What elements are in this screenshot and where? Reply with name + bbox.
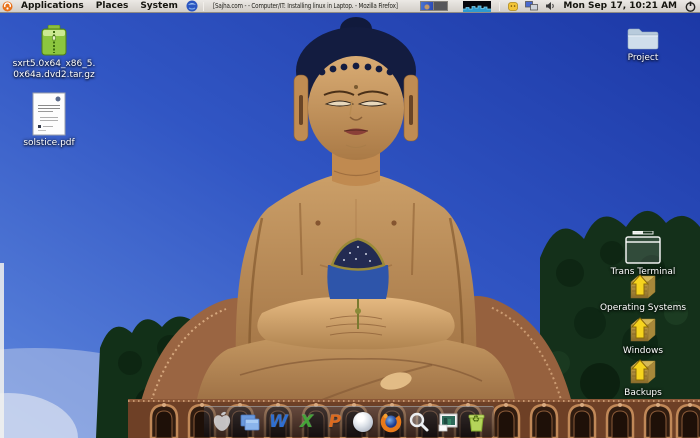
drive-icon [625, 359, 661, 386]
desktop-icon-backups[interactable]: Backups [598, 359, 688, 399]
screenshot-pictures-icon[interactable] [435, 409, 461, 435]
word-letter: W [269, 414, 288, 431]
powerpoint-letter: P [329, 414, 341, 431]
window-list-button-firefox[interactable]: [Sajha.com - - Computer/IT: Installing l… [210, 2, 421, 11]
menu-system[interactable]: System [134, 0, 184, 12]
recycle-glyph: ♻ [463, 415, 489, 425]
menu-places[interactable]: Places [90, 0, 135, 12]
volume-icon[interactable] [545, 1, 555, 11]
search-magnifier-icon[interactable] [406, 409, 432, 435]
desktop-icon-project[interactable]: Project [598, 27, 688, 64]
workspace-switcher [420, 1, 448, 11]
desktop-icon-label: Backups [624, 388, 662, 399]
desktop-icon-pdf[interactable]: solstice.pdf [4, 92, 94, 149]
top-panel: Applications Places System [Sajha.com - … [0, 0, 700, 13]
workspace-2[interactable] [434, 1, 448, 11]
distribution-logo-icon[interactable] [2, 1, 13, 12]
powerpoint-icon[interactable]: P [322, 409, 348, 435]
word-icon[interactable]: W [265, 409, 291, 435]
panel-separator [499, 2, 500, 11]
notification-icon[interactable] [508, 1, 518, 11]
pdf-document-icon [32, 92, 66, 136]
network-icon[interactable] [525, 1, 538, 11]
apple-icon[interactable] [209, 409, 235, 435]
finder-folders-icon[interactable] [237, 409, 263, 435]
globe-sphere-icon[interactable] [350, 409, 376, 435]
excel-icon[interactable]: X [294, 409, 320, 435]
drive-icon [625, 274, 661, 301]
desktop-icon-label: sxrt5.0x64_x86_5. 0x64a.dvd2.tar.gz [13, 59, 96, 80]
desktop-area[interactable]: sxrt5.0x64_x86_5. 0x64a.dvd2.tar.gz sols… [0, 13, 700, 438]
desktop-icon-label: Project [628, 53, 659, 64]
panel-separator [203, 2, 204, 11]
power-icon[interactable] [685, 1, 696, 12]
wallpaper-buddha-statue [0, 13, 700, 438]
workspace-1[interactable] [420, 1, 434, 11]
desktop-icon-operating-systems[interactable]: Operating Systems [598, 274, 688, 314]
drive-icon [625, 317, 661, 344]
desktop-icon-label: Windows [623, 346, 663, 357]
desktop-icon-archive[interactable]: sxrt5.0x64_x86_5. 0x64a.dvd2.tar.gz [9, 25, 99, 80]
browser-launcher-globe-icon[interactable] [186, 0, 198, 12]
desktop-icon-windows[interactable]: Windows [598, 317, 688, 357]
system-monitor-applet[interactable] [463, 1, 491, 12]
desktop-screen: sxrt5.0x64_x86_5. 0x64a.dvd2.tar.gz sols… [0, 0, 700, 438]
window-title: [Sajha.com - - Computer/IT: Installing l… [213, 2, 398, 10]
desktop-icon-trans-terminal[interactable]: Trans Terminal [598, 231, 688, 278]
desktop-icon-label: solstice.pdf [23, 138, 74, 149]
desktop-icon-label: Operating Systems [600, 303, 686, 314]
panel-right-applets: Mon Sep 17, 10:21 AM [420, 1, 698, 12]
dock: W X P [204, 406, 494, 437]
menu-applications[interactable]: Applications [15, 0, 90, 12]
tar-gz-archive-icon [41, 25, 67, 57]
excel-letter: X [300, 414, 313, 431]
terminal-window-icon [624, 231, 662, 265]
recycle-bin-icon[interactable]: ♻ [463, 409, 489, 435]
clock[interactable]: Mon Sep 17, 10:21 AM [560, 1, 680, 11]
folder-icon [626, 27, 660, 51]
firefox-icon[interactable] [378, 409, 404, 435]
